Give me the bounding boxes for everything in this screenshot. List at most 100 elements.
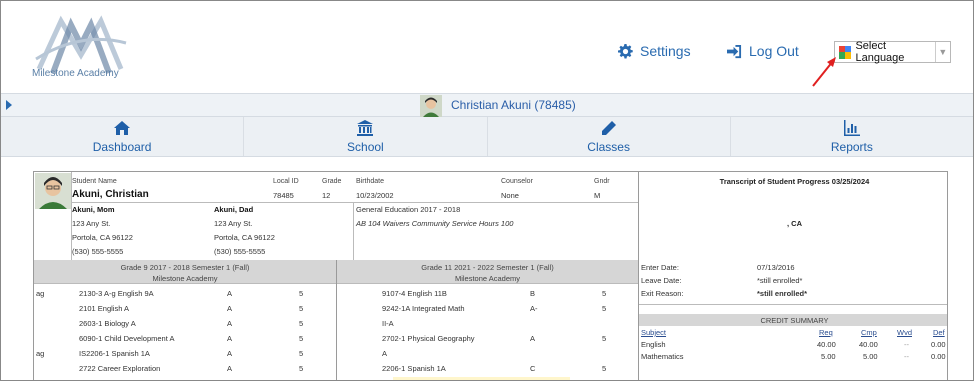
credit-req: 5.00 [821,352,836,361]
parent-2-phone: (530) 555-5555 [214,247,266,256]
parent-2-address: 123 Any St. [214,219,253,228]
credit-subject: Mathematics [641,352,684,361]
credit-row: English 40.00 40.00 -- 0.00 [639,340,947,351]
google-translate-icon [839,45,852,59]
local-id-value: 78485 [273,191,294,200]
header: Milestone Academy Settings Log Out Selec… [1,1,973,93]
credit-row: Mathematics 5.00 5.00 -- 0.00 [639,352,947,363]
transcript-title: Transcript of Student Progress 03/25/202… [719,177,870,186]
label-birthdate: Birthdate [356,178,385,185]
exit-reason-label: Exit Reason: [641,289,684,298]
course-grade: A [227,319,233,328]
col-subject[interactable]: Subject [641,328,666,337]
credit-summary-header: CREDIT SUMMARY [639,314,947,326]
course-credits: 5 [602,364,607,373]
student-info-panel: Student Name Akuni, Christian Local ID 7… [34,172,638,260]
counselor-value: None [501,191,519,200]
enrollment-panel: Enter Date: 07/13/2016 Leave Date: *stil… [638,260,947,380]
course-name: 2206-1 Spanish 1A [382,364,446,373]
student-bar: Christian Akuni (78485) [1,93,973,117]
col-cmp[interactable]: Cmp [861,328,877,337]
course-row: 2101 English A A 5 [34,303,334,315]
course-name: A [382,349,388,358]
home-icon [114,120,131,135]
semester-2-header: Grade 11 2021 - 2022 Semester 1 (Fall) M… [337,260,638,284]
parent-1-phone: (530) 555-5555 [72,247,124,256]
parent-1-name: Akuni, Mom [72,205,115,214]
leave-date-value: *still enrolled* [757,276,803,285]
course-grade: A [227,364,233,373]
course-flag: ag [36,289,45,298]
col-def[interactable]: Def [933,328,945,337]
course-grade: A [227,289,233,298]
credit-def: 0.00 [931,352,946,361]
semester-1-header: Grade 9 2017 - 2018 Semester 1 (Fall) Mi… [34,260,336,284]
logout-icon [727,44,742,58]
nav-dashboard[interactable]: Dashboard [1,117,245,156]
course-credits: 5 [299,334,304,343]
course-row: 2702-1 Physical Geography A 5 [337,333,637,345]
bar-chart-icon [843,119,860,136]
logout-label: Log Out [749,43,799,59]
credit-subject: English [641,340,666,349]
exit-reason-value: *still enrolled* [757,289,808,298]
waiver-value: AB 104 Waivers Community Service Hours 1… [356,219,514,228]
school-building-icon [357,119,374,136]
credit-wvd: -- [904,340,909,349]
semester-2-school: Milestone Academy [454,274,521,283]
course-credits: 5 [602,334,607,343]
gender-value: M [594,191,601,200]
nav-reports-label: Reports [830,139,873,154]
logout-link[interactable]: Log Out [727,43,799,59]
label-student-name: Student Name [72,178,117,185]
course-row: II-A [337,318,637,330]
course-row: ag 2130-3 A-g English 9A A 5 [34,288,334,300]
grade-value: 12 [322,191,331,200]
leave-date-row: Leave Date: *still enrolled* [639,275,947,287]
course-name: 2722 Career Exploration [79,364,161,373]
parent-2-name: Akuni, Dad [214,205,254,214]
course-credits: 5 [602,289,607,298]
course-name: 9242-1A Integrated Math [382,304,465,313]
school-location: , CA [787,219,802,228]
course-row: 2206-1 Spanish 1A C 5 [337,363,637,375]
language-select[interactable]: Select Language ▼ [834,40,951,64]
student-photo [35,173,71,209]
nav-classes[interactable]: Classes [488,117,731,156]
semester-2-title: Grade 11 2021 - 2022 Semester 1 (Fall) [421,263,554,272]
course-credits: 5 [299,364,304,373]
course-grade: A [227,349,233,358]
course-grade: A [227,304,233,313]
course-row: 9242-1A Integrated Math A- 5 [337,303,637,315]
parent-1-address: 123 Any St. [72,219,111,228]
divider [639,304,947,305]
exit-reason-row: Exit Reason: *still enrolled* [639,288,947,300]
enter-date-value: 07/13/2016 [757,263,795,272]
label-local-id: Local ID [273,178,299,185]
course-name: 2101 English A [79,304,130,313]
language-select-label: Select Language [855,40,905,64]
course-grade: A [227,334,233,343]
course-name: 2130-3 A-g English 9A [79,289,154,298]
pencil-icon [601,120,616,135]
credit-cmp: 40.00 [859,340,878,349]
transcript-content: Student Name Akuni, Christian Local ID 7… [33,171,948,380]
label-grade: Grade [322,178,342,185]
enter-date-row: Enter Date: 07/13/2016 [639,262,947,274]
label-counselor: Counselor [501,178,533,185]
nav-reports[interactable]: Reports [731,117,973,156]
course-credits: 5 [299,289,304,298]
col-wvd[interactable]: Wvd [897,328,912,337]
settings-link[interactable]: Settings [618,43,691,59]
nav-school-label: School [347,139,384,154]
student-bar-name[interactable]: Christian Akuni (78485) [451,98,576,112]
course-grade: A- [530,304,538,313]
birthdate-value: 10/23/2002 [356,191,394,200]
course-row: ag IS2206-1 Spanish 1A A 5 [34,348,334,360]
credit-wvd: -- [904,352,909,361]
course-row: 6090-1 Child Development A A 5 [34,333,334,345]
nav-school[interactable]: School [244,117,488,156]
expand-arrow-icon[interactable] [6,100,12,110]
course-grade: A [530,334,536,343]
col-req[interactable]: Req [819,328,833,337]
